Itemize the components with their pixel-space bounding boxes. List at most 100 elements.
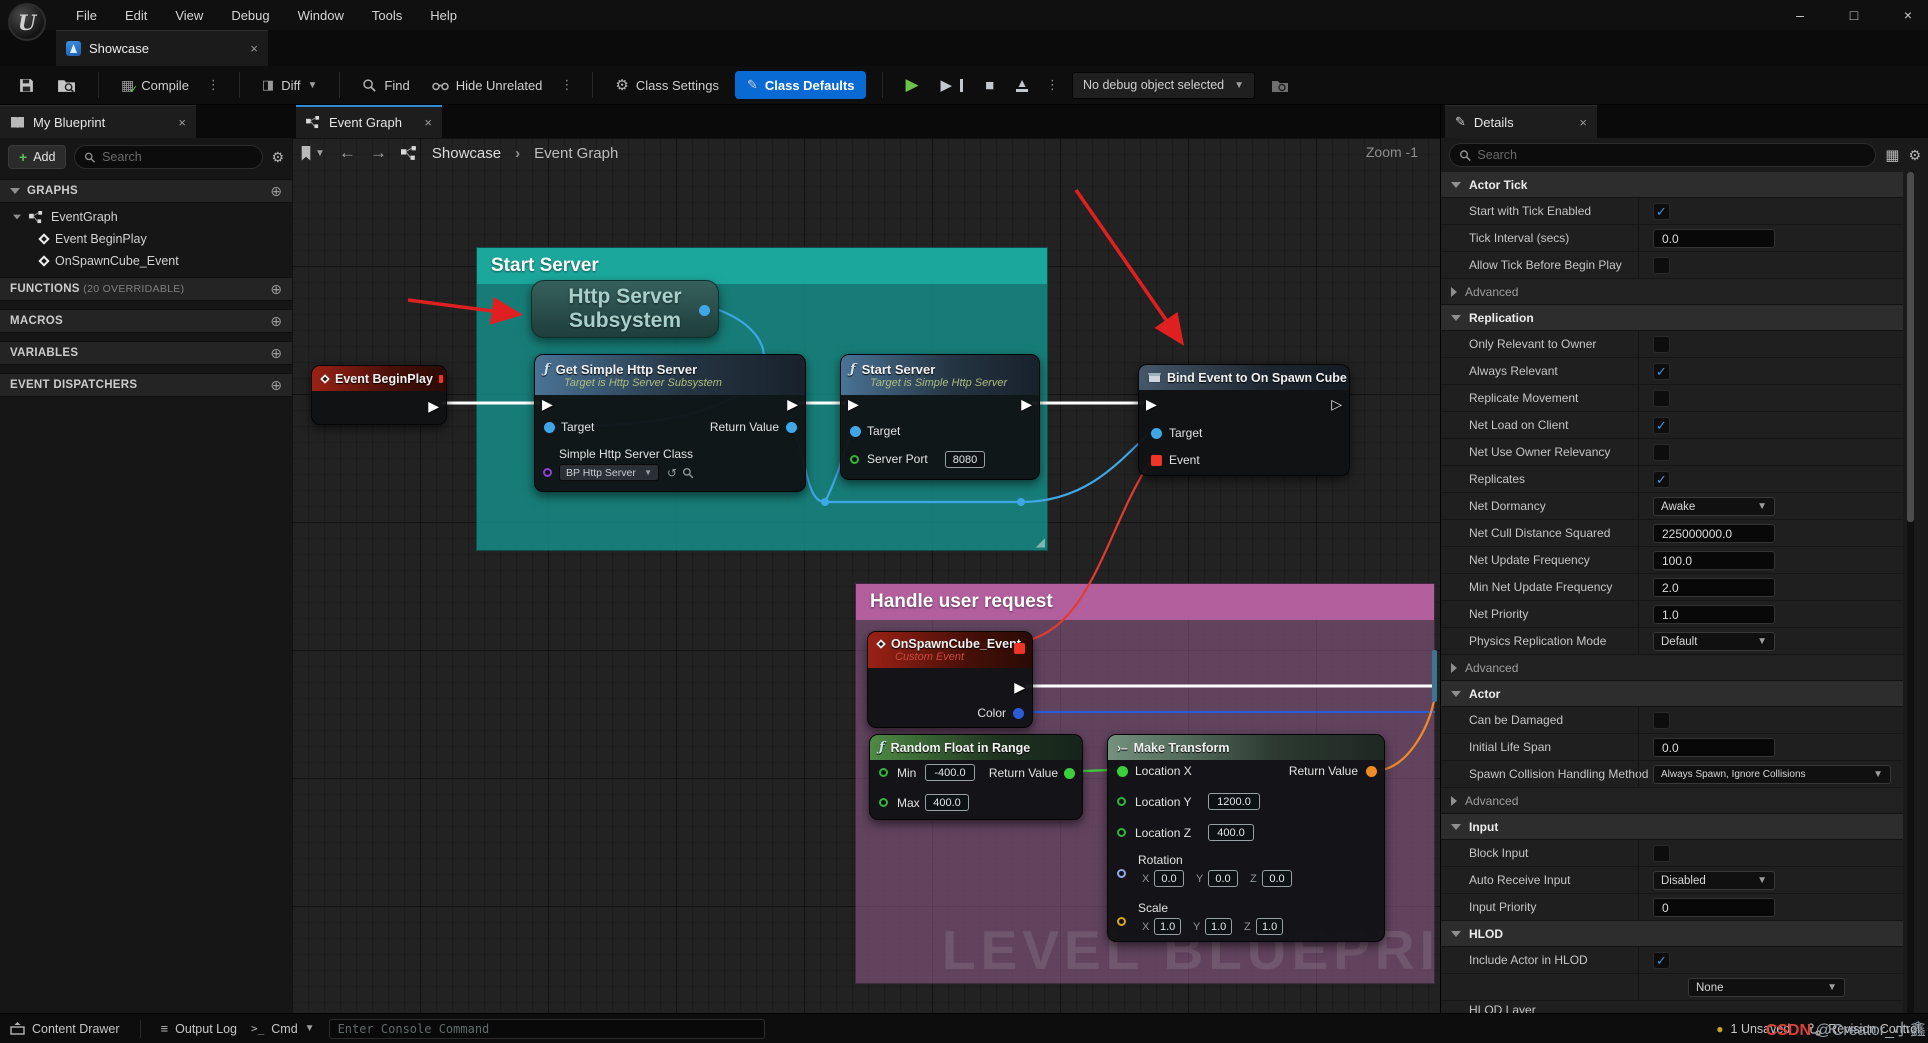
close-icon[interactable]: × [250, 41, 258, 56]
close-icon[interactable]: × [1579, 115, 1587, 130]
browse-asset-button[interactable] [51, 72, 82, 98]
details-row-replicates[interactable]: Replicates ✓ [1441, 466, 1903, 493]
diff-button[interactable]: ◨ Diff ▼ [256, 72, 323, 98]
debug-object-select[interactable]: No debug object selected ▼ [1072, 71, 1256, 99]
checkbox[interactable]: ✓ [1653, 471, 1670, 488]
menu-item-debug[interactable]: Debug [217, 0, 283, 30]
value-select[interactable]: Disabled ▼ [1653, 871, 1775, 890]
section-graphs[interactable]: GRAPHS ⊕ [0, 179, 292, 203]
min-value[interactable]: -400.0 [925, 764, 975, 781]
details-row-only-relevant-to-owner[interactable]: Only Relevant to Owner [1441, 331, 1903, 358]
location-y-pin[interactable] [1117, 797, 1126, 806]
play-options-icon[interactable]: ⋮ [1044, 77, 1062, 93]
details-row-initial-life-span[interactable]: Initial Life Span 0.0 [1441, 734, 1903, 761]
checkbox[interactable]: ✓ [1653, 417, 1670, 434]
bookmark-icon[interactable]: ▼ [300, 145, 325, 161]
location-z-pin[interactable] [1117, 828, 1126, 837]
exec-out-pin[interactable]: ▶ [1021, 397, 1032, 411]
use-selected-icon[interactable]: ↺ [667, 466, 677, 480]
section-macros[interactable]: MACROS ⊕ [0, 309, 292, 333]
checkbox[interactable]: ✓ [1653, 203, 1670, 220]
node-event-beginplay[interactable]: Event BeginPlay ▶ [311, 365, 447, 425]
exec-in-pin[interactable]: ▶ [1146, 397, 1157, 411]
value-input[interactable]: 100.0 [1653, 551, 1775, 570]
save-button[interactable] [12, 72, 41, 99]
display-filter-icon[interactable]: ▦ [1885, 146, 1899, 164]
checkbox[interactable]: ✓ [1653, 363, 1670, 380]
forward-arrow-icon[interactable]: → [370, 143, 387, 163]
details-row-block-input[interactable]: Block Input [1441, 840, 1903, 867]
event-delegate-pin[interactable] [1151, 455, 1162, 466]
content-drawer-button[interactable]: Content Drawer [10, 1022, 120, 1036]
exec-out-pin[interactable]: ▶ [1014, 680, 1025, 694]
server-port-value[interactable]: 8080 [945, 451, 985, 468]
value-input[interactable]: 2.0 [1653, 578, 1775, 597]
node-http-server-subsystem[interactable]: Http Server Subsystem [531, 280, 719, 338]
graph-scrollbar[interactable] [1432, 650, 1437, 702]
node-get-simple-http-server[interactable]: ƒ Get Simple Http Server Target is Http … [534, 354, 806, 492]
details-row-net-update-frequency[interactable]: Net Update Frequency 100.0 [1441, 547, 1903, 574]
maximize-icon[interactable]: □ [1840, 7, 1868, 23]
close-icon[interactable]: × [424, 115, 432, 130]
scale-y-value[interactable]: 1.0 [1205, 918, 1233, 935]
menu-item-tools[interactable]: Tools [358, 0, 416, 30]
eject-button[interactable]: ▲ [1010, 73, 1034, 97]
location-y-value[interactable]: 1200.0 [1208, 793, 1260, 810]
comment-title[interactable]: Handle user request [856, 584, 1434, 620]
value-select[interactable]: Always Spawn, Ignore Collisions ▼ [1653, 765, 1891, 784]
details-row-net-cull-distance-squared[interactable]: Net Cull Distance Squared 225000000.0 [1441, 520, 1903, 547]
class-dropdown[interactable]: BP Http Server S ▼ [559, 464, 659, 481]
return-value-pin[interactable] [786, 422, 797, 433]
graph-canvas[interactable]: ▼ ← → Showcase › Event Graph Zoom -1 Sta… [292, 138, 1440, 1013]
details-row-physics-replication-mode[interactable]: Physics Replication Mode Default ▼ [1441, 628, 1903, 655]
search-input[interactable] [102, 150, 254, 164]
frame-skip-button[interactable]: ▶ [935, 71, 970, 99]
value-input[interactable]: 1.0 [1653, 605, 1775, 624]
target-pin[interactable] [850, 426, 861, 437]
details-row-replicate-movement[interactable]: Replicate Movement [1441, 385, 1903, 412]
play-button[interactable]: ▶ [899, 70, 924, 100]
compile-button[interactable]: ▦ ✓ Compile [115, 72, 195, 99]
scale-pin[interactable] [1117, 917, 1126, 926]
details-row-allow-tick-before-begin-play[interactable]: Allow Tick Before Begin Play [1441, 252, 1903, 279]
checkbox[interactable] [1653, 444, 1670, 461]
settings-gear-icon[interactable]: ⚙ [271, 149, 284, 166]
details-row-can-be-damaged[interactable]: Can be Damaged [1441, 707, 1903, 734]
section-functions[interactable]: FUNCTIONS (20 OVERRIDABLE) ⊕ [0, 277, 292, 301]
details-section-input[interactable]: Input [1441, 814, 1903, 840]
close-icon[interactable]: × [178, 115, 186, 130]
add-dispatcher-icon[interactable]: ⊕ [270, 377, 282, 394]
details-row-net-priority[interactable]: Net Priority 1.0 [1441, 601, 1903, 628]
scale-x-value[interactable]: 1.0 [1154, 918, 1182, 935]
target-pin[interactable] [544, 422, 555, 433]
section-event-dispatchers[interactable]: EVENT DISPATCHERS ⊕ [0, 373, 292, 397]
details-row-input-priority[interactable]: Input Priority 0 [1441, 894, 1903, 921]
rotation-pin[interactable] [1117, 869, 1126, 878]
checkbox[interactable] [1653, 390, 1670, 407]
checkbox[interactable]: ✓ [1653, 952, 1670, 969]
details-row-tick-interval-secs[interactable]: Tick Interval (secs) 0.0 [1441, 225, 1903, 252]
checkbox[interactable] [1653, 845, 1670, 862]
details-row-auto-receive-input[interactable]: Auto Receive Input Disabled ▼ [1441, 867, 1903, 894]
cmd-button[interactable]: >_ Cmd ▼ [251, 1022, 315, 1036]
breadcrumb-root[interactable]: Showcase [432, 145, 501, 162]
max-pin[interactable] [879, 798, 888, 807]
checkbox[interactable] [1653, 336, 1670, 353]
search-input[interactable] [1477, 148, 1867, 162]
add-macro-icon[interactable]: ⊕ [270, 313, 282, 330]
value-select[interactable]: None ▼ [1688, 978, 1845, 997]
details-advanced-toggle[interactable]: Advanced [1441, 788, 1903, 814]
min-pin[interactable] [879, 768, 888, 777]
node-onspawncube-event[interactable]: OnSpawnCube_Event Custom Event ▶ Color [867, 631, 1033, 728]
tab-showcase[interactable]: Showcase × [56, 30, 268, 66]
close-icon[interactable]: × [1894, 7, 1922, 23]
output-log-button[interactable]: ≡ Output Log [161, 1021, 237, 1036]
hide-unrelated-options-icon[interactable]: ⋮ [558, 77, 576, 93]
details-row-spawn-collision-handling-method[interactable]: Spawn Collision Handling Method Always Sp… [1441, 761, 1903, 788]
resize-grip-icon[interactable]: ◢ [1036, 535, 1045, 549]
node-start-server[interactable]: ƒ Start Server Target is Simple Http Ser… [840, 354, 1040, 480]
return-value-pin[interactable] [1366, 766, 1377, 777]
color-pin[interactable] [1013, 708, 1024, 719]
max-value[interactable]: 400.0 [925, 794, 969, 811]
hide-unrelated-button[interactable]: Hide Unrelated [426, 73, 549, 98]
